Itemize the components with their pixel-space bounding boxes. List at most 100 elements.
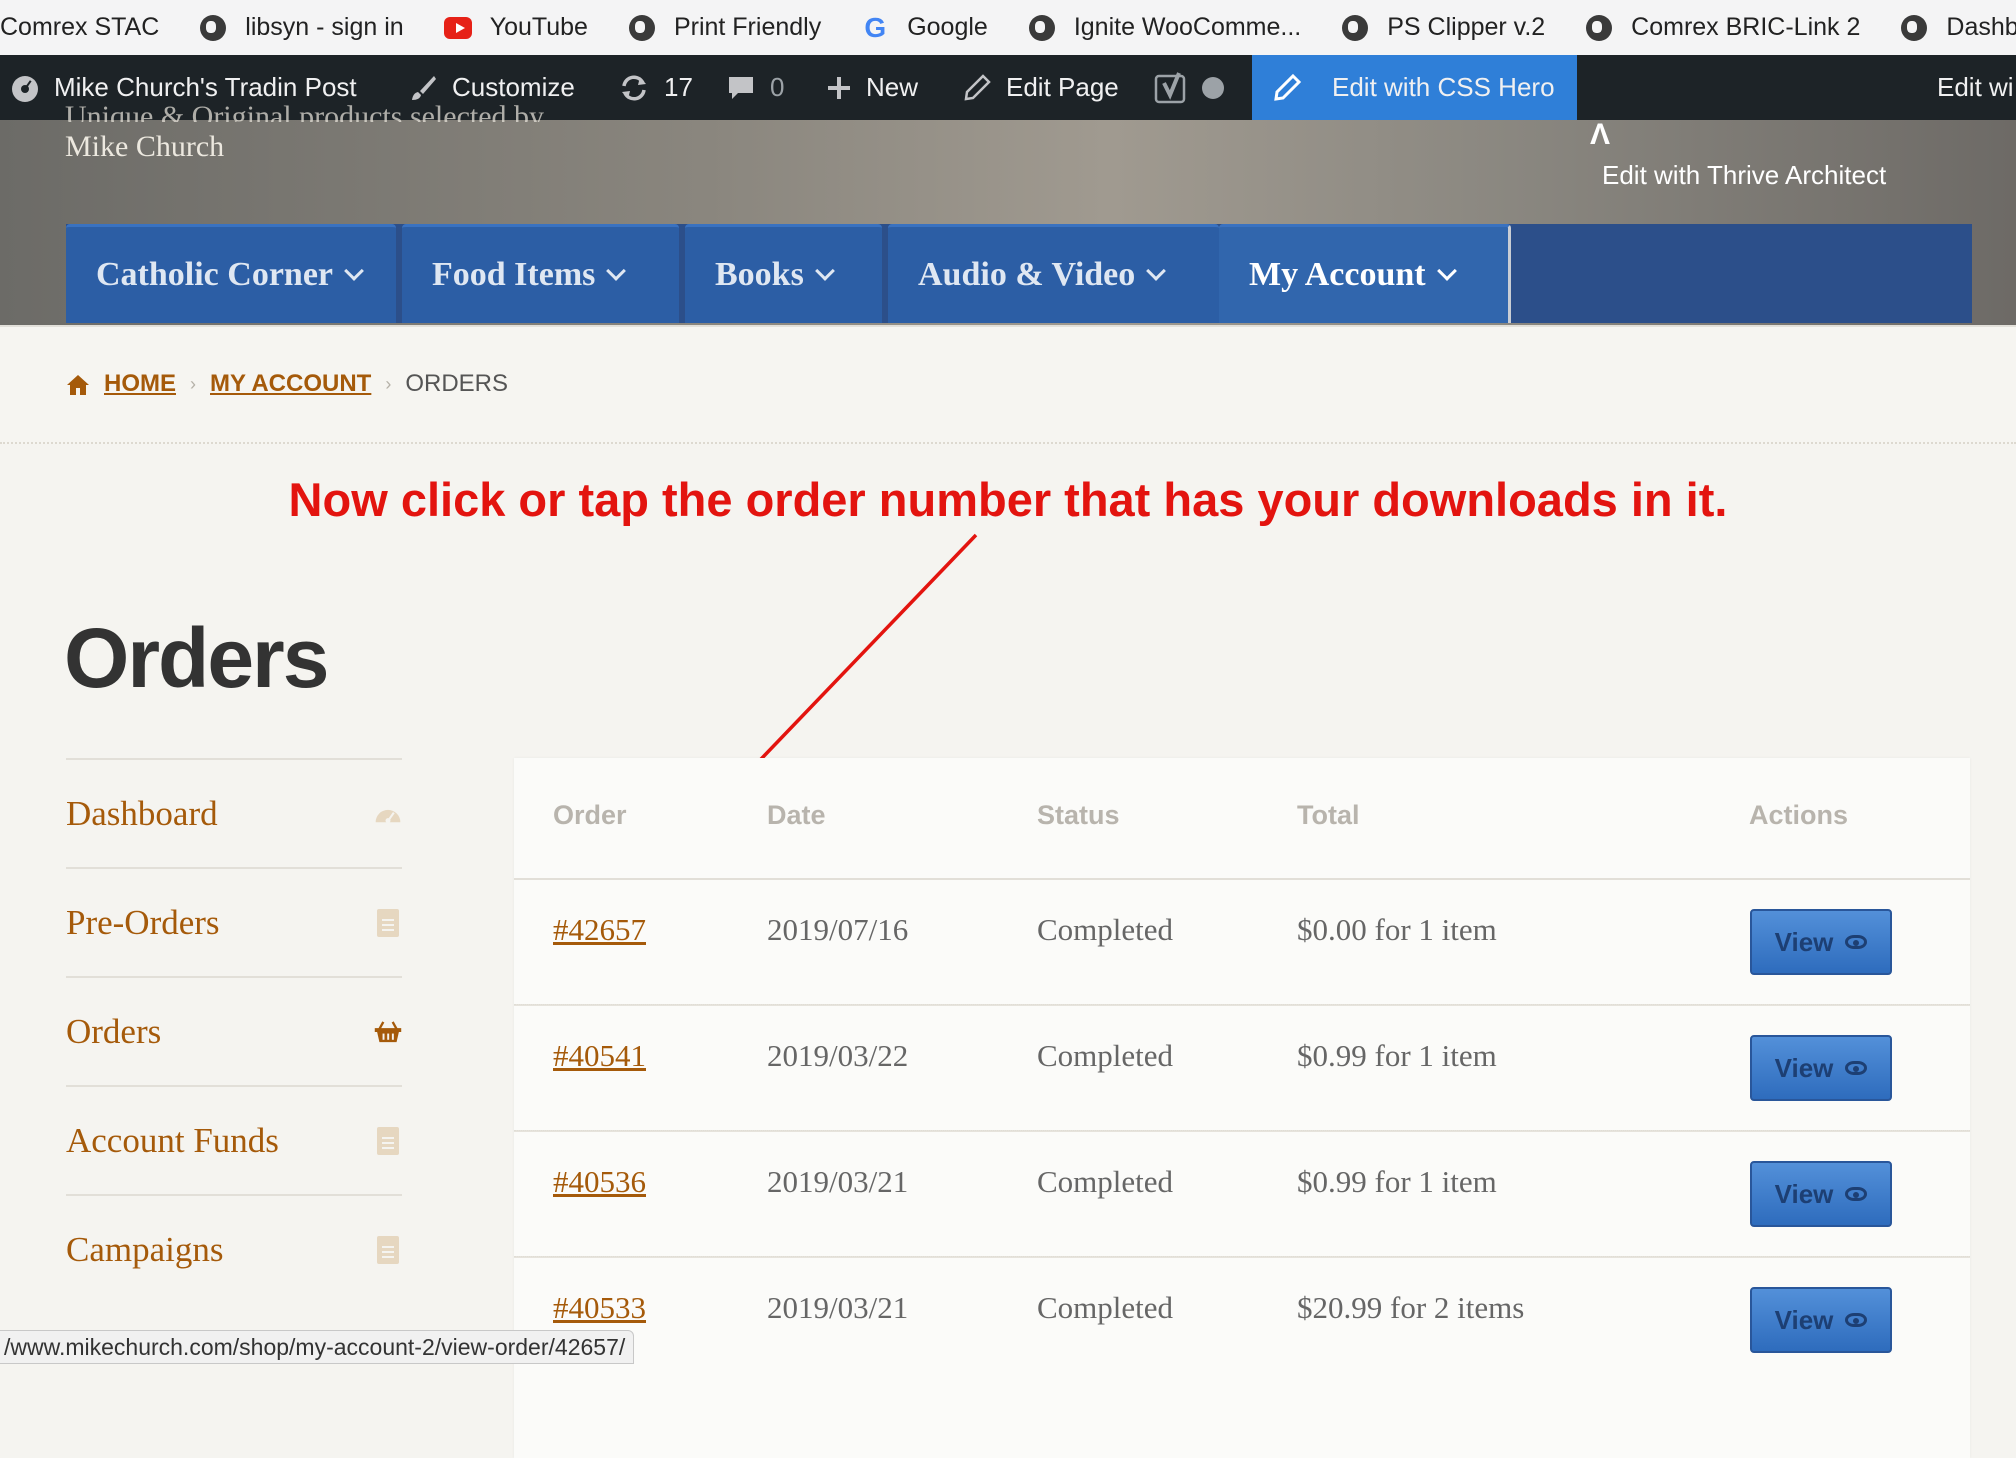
order-status: Completed xyxy=(1037,912,1174,947)
column-header-date: Date xyxy=(767,800,826,830)
site-tagline: Mike Church xyxy=(65,130,225,163)
sidebar-item-label: Pre-Orders xyxy=(66,902,220,942)
sidebar-item-pre-orders[interactable]: Pre-Orders xyxy=(66,867,402,976)
bookmark-item[interactable]: Ignite WooComme... xyxy=(1028,13,1301,42)
order-date: 2019/07/16 xyxy=(767,912,909,947)
bookmark-label: Comrex STAC xyxy=(0,13,160,41)
bookmark-label: Comrex BRIC-Link 2 xyxy=(1631,13,1861,41)
bookmark-item[interactable]: Print Friendly xyxy=(628,13,821,42)
pencil-icon xyxy=(1272,73,1302,103)
nav-label: Audio & Video xyxy=(918,256,1136,293)
admin-updates[interactable]: 17 xyxy=(618,55,693,120)
admin-edit-with[interactable]: Edit wi xyxy=(1937,55,2014,120)
main-nav: Catholic Corner Food Items Books Audio &… xyxy=(66,224,1972,323)
document-icon xyxy=(374,907,402,939)
google-icon: G xyxy=(864,11,887,43)
row-divider xyxy=(514,1004,1970,1006)
order-number-link[interactable]: #40541 xyxy=(553,1038,646,1074)
bookmark-label: Google xyxy=(907,13,988,41)
order-status: Completed xyxy=(1037,1290,1174,1325)
nav-catholic-corner[interactable]: Catholic Corner xyxy=(66,224,396,323)
breadcrumb-my-account-link[interactable]: MY ACCOUNT xyxy=(210,370,371,398)
view-button-label: View xyxy=(1774,926,1834,957)
bookmark-item[interactable]: Comrex BRIC-Link 2 xyxy=(1585,13,1860,42)
sidebar-item-label: Dashboard xyxy=(66,793,218,833)
seo-status-dot-icon xyxy=(1202,76,1224,99)
eye-icon xyxy=(1845,1187,1868,1201)
youtube-icon xyxy=(443,14,472,42)
browser-status-url: /www.mikechurch.com/shop/my-account-2/vi… xyxy=(0,1330,635,1364)
view-button-label: View xyxy=(1774,1052,1834,1083)
view-order-button[interactable]: View xyxy=(1750,1161,1892,1227)
nav-label: Catholic Corner xyxy=(96,256,334,293)
order-number-link[interactable]: #40536 xyxy=(553,1164,646,1200)
globe-icon xyxy=(1900,14,1928,42)
bookmark-label: YouTube xyxy=(489,13,588,41)
document-icon xyxy=(374,1125,402,1157)
admin-comments[interactable]: 0 xyxy=(726,55,784,120)
sidebar-item-campaigns[interactable]: Campaigns xyxy=(66,1194,402,1303)
bookmark-item[interactable]: Dashboar xyxy=(1900,13,2016,42)
bookmark-item[interactable]: YouTube xyxy=(443,13,588,42)
sidebar-item-orders[interactable]: Orders xyxy=(66,976,402,1085)
breadcrumb-home-link[interactable]: HOME xyxy=(104,370,176,398)
order-total: $0.99 for 1 item xyxy=(1297,1164,1497,1199)
document-icon xyxy=(374,1234,402,1266)
nav-audio-video[interactable]: Audio & Video xyxy=(888,224,1219,323)
bookmark-label: Dashboar xyxy=(1946,13,2016,41)
view-order-button[interactable]: View xyxy=(1750,1035,1892,1101)
eye-icon xyxy=(1845,935,1868,949)
bookmark-item[interactable]: Comrex STAC xyxy=(0,13,159,42)
refresh-icon xyxy=(618,73,650,103)
site-tagline-top: Unique & Original products selected by xyxy=(65,100,545,122)
home-icon xyxy=(66,374,90,395)
order-number-link[interactable]: #40533 xyxy=(553,1290,646,1326)
row-divider xyxy=(514,1130,1970,1132)
bookmark-item[interactable]: libsyn - sign in xyxy=(199,13,404,42)
admin-edit-page[interactable]: Edit Page xyxy=(962,55,1119,120)
css-hero-button[interactable]: Edit with CSS Hero xyxy=(1252,55,1577,120)
chevron-down-icon xyxy=(1436,261,1457,281)
order-date: 2019/03/21 xyxy=(767,1164,909,1199)
admin-updates-count: 17 xyxy=(664,72,693,102)
order-status: Completed xyxy=(1037,1038,1174,1073)
nav-food-items[interactable]: Food Items xyxy=(402,224,679,323)
bookmark-label: PS Clipper v.2 xyxy=(1387,13,1546,41)
plus-icon xyxy=(826,75,852,101)
dashboard-gauge-icon xyxy=(10,73,40,103)
bookmarks-bar: Comrex STAC libsyn - sign in YouTube Pri… xyxy=(0,0,2016,55)
pencil-icon xyxy=(962,73,992,103)
column-header-order: Order xyxy=(553,800,627,830)
order-total: $0.99 for 1 item xyxy=(1297,1038,1497,1073)
page-title: Orders xyxy=(64,611,329,705)
css-hero-label: Edit with CSS Hero xyxy=(1332,72,1555,102)
chevron-down-icon xyxy=(1146,261,1167,281)
account-sidebar: Dashboard Pre-Orders Orders Account Fund… xyxy=(66,758,402,1303)
orders-table xyxy=(514,758,1970,1458)
nav-label: Books xyxy=(715,256,804,293)
admin-edit-page-label: Edit Page xyxy=(1006,72,1119,102)
order-total: $0.00 for 1 item xyxy=(1297,912,1497,947)
view-order-button[interactable]: View xyxy=(1750,1287,1892,1353)
nav-label: My Account xyxy=(1249,256,1426,293)
nav-books[interactable]: Books xyxy=(685,224,882,323)
thrive-logo-icon: Λ xyxy=(1590,118,1611,151)
chevron-right-icon: › xyxy=(385,373,392,394)
yoast-icon xyxy=(1154,71,1188,105)
sidebar-item-label: Account Funds xyxy=(66,1120,279,1160)
bookmark-item[interactable]: PS Clipper v.2 xyxy=(1341,13,1545,42)
table-header-divider xyxy=(514,878,1970,880)
globe-icon xyxy=(1341,14,1369,42)
thrive-architect-link[interactable]: Edit with Thrive Architect xyxy=(1602,160,1886,191)
bookmark-item[interactable]: G Google xyxy=(861,11,988,43)
admin-new[interactable]: New xyxy=(826,55,918,120)
comment-bubble-icon xyxy=(726,73,756,103)
view-order-button[interactable]: View xyxy=(1750,909,1892,975)
sidebar-item-account-funds[interactable]: Account Funds xyxy=(66,1085,402,1194)
order-date: 2019/03/21 xyxy=(767,1290,909,1325)
sidebar-item-dashboard[interactable]: Dashboard xyxy=(66,758,402,867)
chevron-down-icon xyxy=(814,261,835,281)
yoast-seo[interactable] xyxy=(1154,55,1224,120)
order-number-link[interactable]: #42657 xyxy=(553,912,646,948)
nav-my-account[interactable]: My Account xyxy=(1219,224,1511,323)
